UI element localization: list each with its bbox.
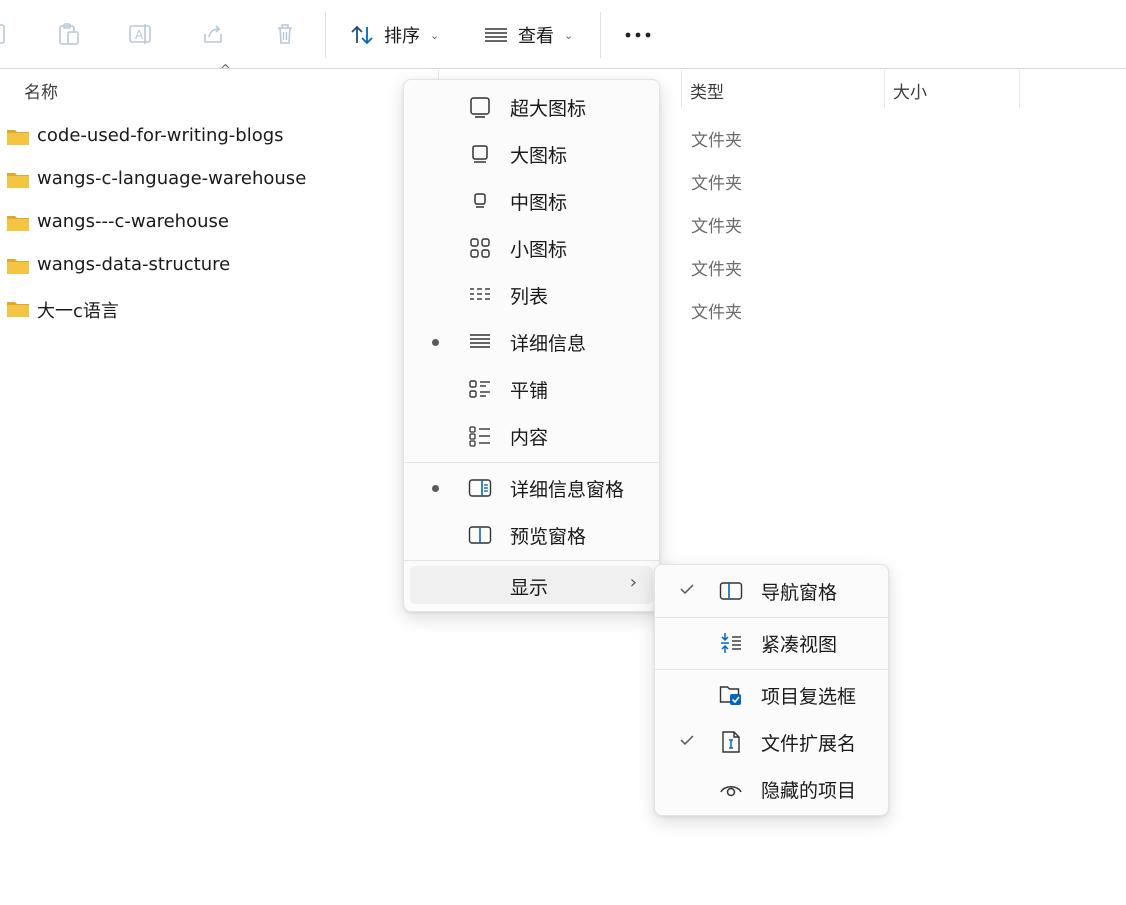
- extra-large-icons-icon: [468, 95, 492, 119]
- preview-pane-icon: [468, 523, 492, 547]
- check-icon: [679, 732, 695, 748]
- menu-item-file-extensions[interactable]: 文件扩展名: [655, 720, 888, 764]
- file-type: 文件夹: [691, 174, 742, 194]
- toolbar-divider: [325, 12, 326, 58]
- small-icons-icon: [468, 236, 492, 260]
- new-icon[interactable]: [0, 20, 10, 48]
- command-bar: A 排序 ⌄ 查看 ⌄: [0, 0, 1126, 69]
- menu-item-content[interactable]: 内容: [404, 414, 659, 458]
- menu-divider: [655, 617, 888, 618]
- menu-item-tiles[interactable]: 平铺: [404, 367, 659, 411]
- column-divider[interactable]: [681, 70, 682, 108]
- paste-icon[interactable]: [55, 20, 83, 48]
- check-icon: [679, 581, 695, 597]
- menu-item-item-checkboxes[interactable]: 项目复选框: [655, 673, 888, 717]
- folder-icon: [7, 173, 29, 188]
- file-type: 文件夹: [691, 303, 742, 323]
- menu-item-hidden-items[interactable]: 隐藏的项目: [655, 767, 888, 811]
- file-name: wangs-data-structure: [37, 254, 231, 275]
- more-icon[interactable]: [624, 24, 654, 46]
- large-icons-icon: [468, 142, 492, 166]
- folder-icon: [7, 130, 29, 145]
- menu-item-list[interactable]: 列表: [404, 273, 659, 317]
- menu-item-details[interactable]: 详细信息: [404, 320, 659, 364]
- share-icon[interactable]: [199, 20, 227, 48]
- menu-divider: [404, 462, 659, 463]
- details-pane-icon: [468, 476, 492, 500]
- view-button[interactable]: 查看 ⌄: [482, 18, 573, 52]
- toolbar-divider: [600, 12, 601, 58]
- tiles-icon: [468, 377, 492, 401]
- sort-label: 排序: [384, 26, 420, 47]
- menu-item-show[interactable]: 显示 ›: [410, 566, 653, 604]
- selected-dot-icon: [432, 339, 439, 346]
- menu-item-extra-large-icons[interactable]: 超大图标: [404, 85, 659, 129]
- hidden-items-icon: [719, 777, 743, 801]
- menu-item-compact-view[interactable]: 紧凑视图: [655, 621, 888, 665]
- details-icon: [468, 330, 492, 354]
- sort-button[interactable]: 排序 ⌄: [348, 18, 439, 52]
- view-icon: [482, 21, 510, 49]
- chevron-down-icon: ⌄: [564, 28, 574, 42]
- column-header-type[interactable]: 类型: [690, 72, 724, 108]
- sort-icon: [348, 21, 376, 49]
- compact-view-icon: [719, 631, 743, 655]
- selected-dot-icon: [432, 485, 439, 492]
- navigation-pane-icon: [719, 579, 743, 603]
- file-extensions-icon: [719, 730, 743, 754]
- delete-icon[interactable]: [271, 20, 299, 48]
- column-header-name[interactable]: 名称: [24, 72, 58, 108]
- svg-text:A: A: [135, 28, 144, 42]
- file-name: wangs-c-language-warehouse: [37, 168, 307, 189]
- column-header-size[interactable]: 大小: [893, 72, 927, 108]
- menu-divider: [655, 669, 888, 670]
- menu-item-navigation-pane[interactable]: 导航窗格: [655, 569, 888, 613]
- content-icon: [468, 424, 492, 448]
- view-label: 查看: [518, 26, 554, 47]
- menu-item-preview-pane[interactable]: 预览窗格: [404, 513, 659, 557]
- show-submenu: 导航窗格 紧凑视图 项目复选框 文件扩展名 隐藏的项目: [654, 564, 889, 816]
- folder-icon: [7, 259, 29, 274]
- folder-icon: [7, 302, 29, 317]
- file-type: 文件夹: [691, 131, 742, 151]
- item-checkboxes-icon: [719, 683, 743, 707]
- file-type: 文件夹: [691, 260, 742, 280]
- sort-ascending-icon: ^: [220, 63, 231, 78]
- menu-item-details-pane[interactable]: 详细信息窗格: [404, 466, 659, 510]
- rename-icon[interactable]: A: [127, 20, 155, 48]
- file-name: code-used-for-writing-blogs: [37, 125, 284, 146]
- menu-item-large-icons[interactable]: 大图标: [404, 132, 659, 176]
- chevron-right-icon: ›: [629, 572, 637, 593]
- file-name: wangs---c-warehouse: [37, 211, 229, 232]
- folder-icon: [7, 216, 29, 231]
- file-type: 文件夹: [691, 217, 742, 237]
- list-icon: [468, 283, 492, 307]
- view-menu: 超大图标 大图标 中图标 小图标 列表 详细信息 平铺 内容 详细信息窗格 预览…: [403, 79, 660, 612]
- file-name: 大一c语言: [37, 301, 119, 322]
- menu-item-small-icons[interactable]: 小图标: [404, 226, 659, 270]
- medium-icons-icon: [468, 189, 492, 213]
- menu-item-medium-icons[interactable]: 中图标: [404, 179, 659, 223]
- menu-divider: [404, 560, 659, 561]
- chevron-down-icon: ⌄: [430, 28, 440, 42]
- column-divider[interactable]: [884, 70, 885, 108]
- column-divider[interactable]: [1019, 70, 1020, 108]
